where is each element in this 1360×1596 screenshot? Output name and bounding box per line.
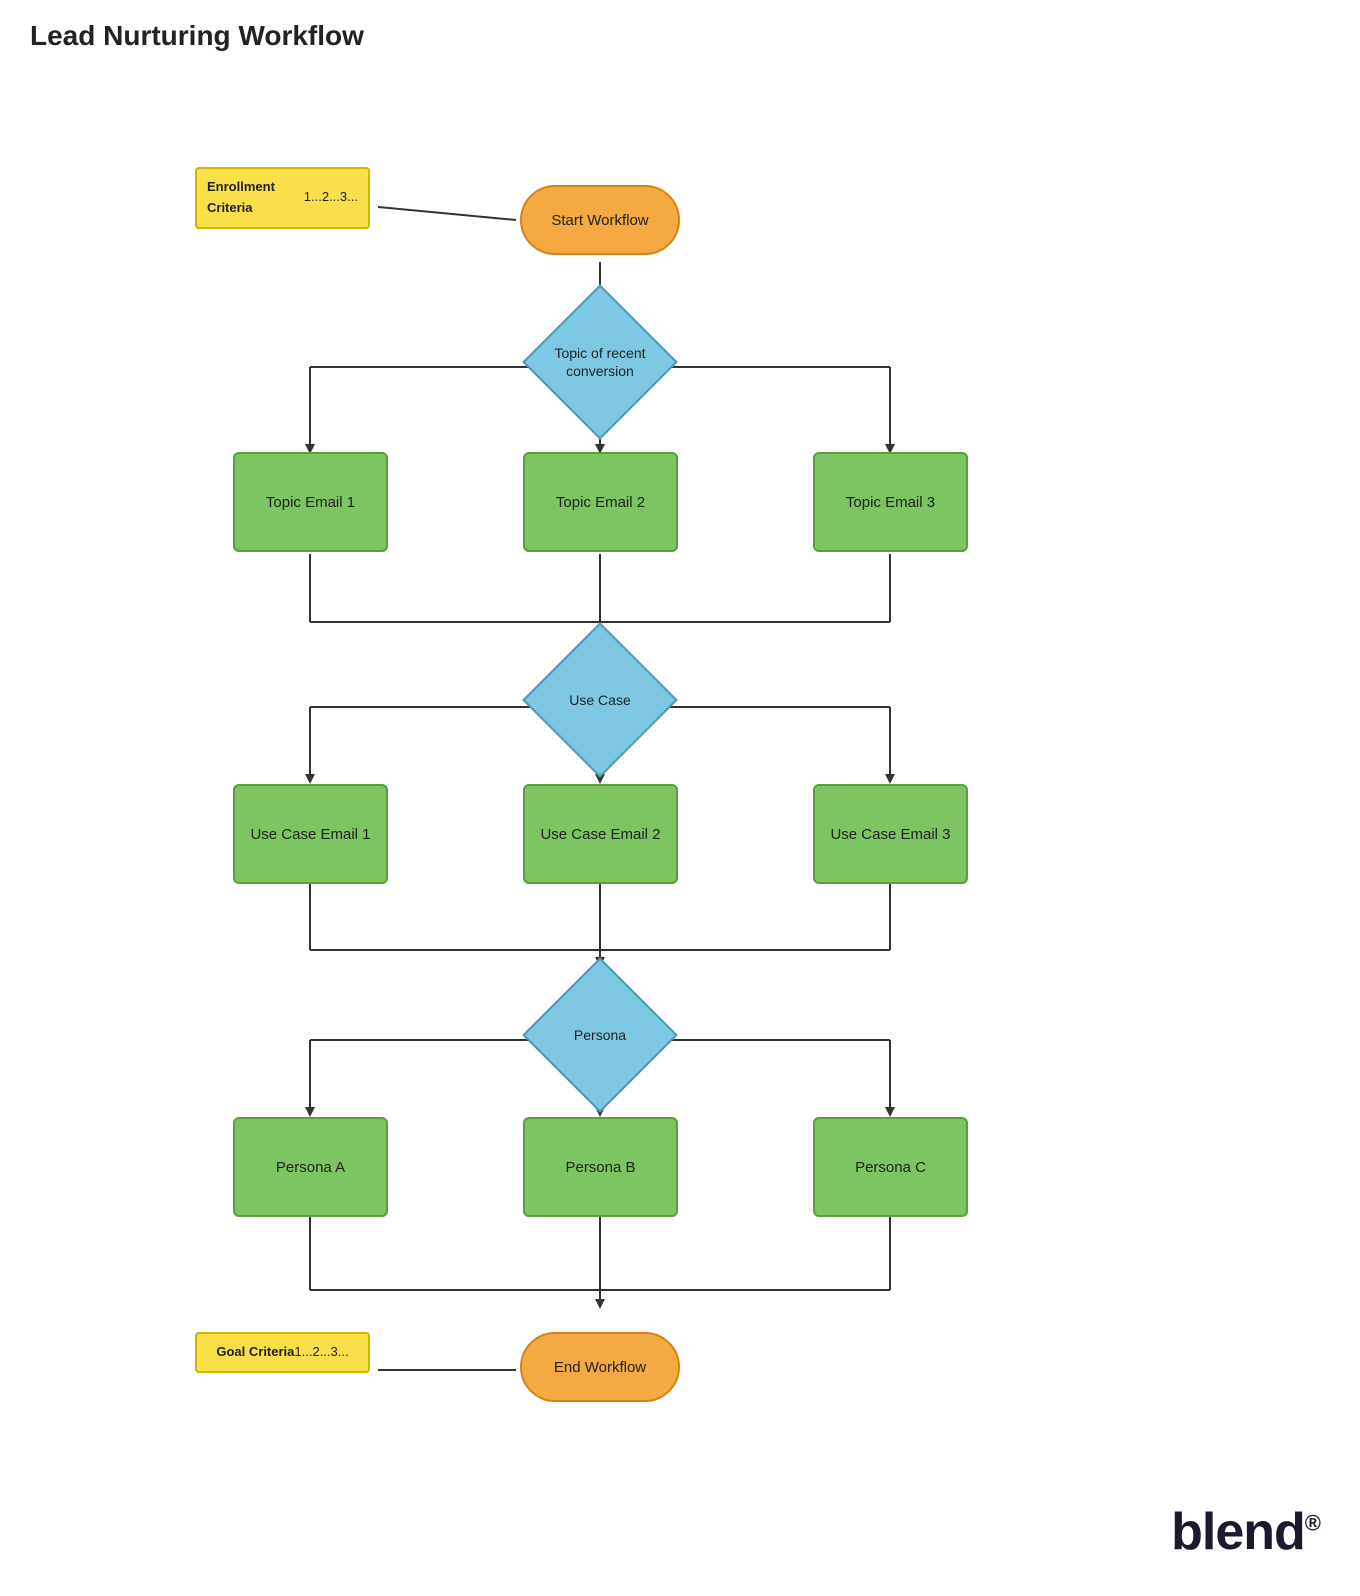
topic-email-3-node: Topic Email 3 xyxy=(813,452,968,552)
enrollment-title: Enrollment Criteria xyxy=(207,177,304,219)
brand-logo: blend® xyxy=(1171,1502,1320,1562)
use-case-email-3-node: Use Case Email 3 xyxy=(813,784,968,884)
end-workflow-node: End Workflow xyxy=(520,1332,680,1402)
goal-title: Goal Criteria xyxy=(216,1342,294,1363)
use-case-email-1-node: Use Case Email 1 xyxy=(233,784,388,884)
use-case-decision-node: Use Case xyxy=(530,630,670,770)
diagram-container: Enrollment Criteria 1... 2... 3... Start… xyxy=(0,72,1360,1592)
use-case-email-2-node: Use Case Email 2 xyxy=(523,784,678,884)
topic-email-2-node: Topic Email 2 xyxy=(523,452,678,552)
goal-note: Goal Criteria 1... 2... 3... xyxy=(195,1332,370,1373)
page-title: Lead Nurturing Workflow xyxy=(0,0,1360,72)
persona-a-node: Persona A xyxy=(233,1117,388,1217)
topic-decision-node: Topic of recent conversion xyxy=(530,292,670,432)
persona-b-node: Persona B xyxy=(523,1117,678,1217)
topic-email-1-node: Topic Email 1 xyxy=(233,452,388,552)
persona-decision-node: Persona xyxy=(530,965,670,1105)
enrollment-note: Enrollment Criteria 1... 2... 3... xyxy=(195,167,370,229)
start-workflow-node: Start Workflow xyxy=(520,185,680,255)
persona-c-node: Persona C xyxy=(813,1117,968,1217)
